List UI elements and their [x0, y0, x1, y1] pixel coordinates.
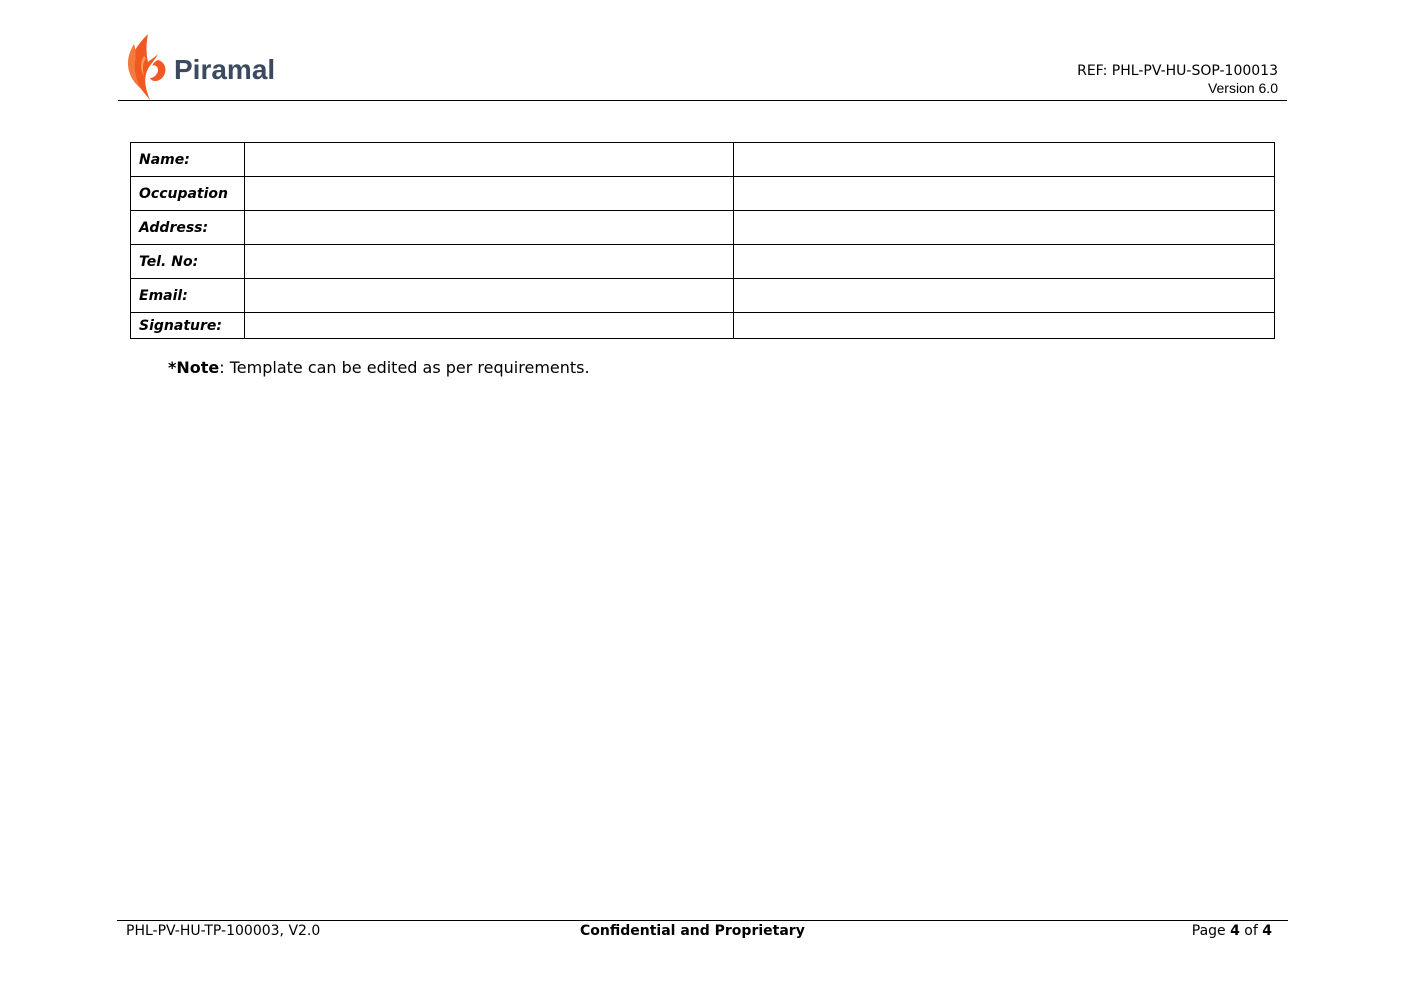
address-field-1[interactable] [244, 210, 734, 245]
signature-field-2[interactable] [733, 312, 1275, 339]
table-row: Signature: [130, 312, 1275, 339]
footer-divider [117, 920, 1288, 921]
table-row: Tel. No: [130, 244, 1275, 279]
row-label-signature: Signature: [130, 312, 245, 339]
header-divider [118, 100, 1287, 101]
company-logo: Piramal [124, 32, 275, 102]
row-label-tel: Tel. No: [130, 244, 245, 279]
page-total: 4 [1262, 923, 1272, 939]
row-label-email: Email: [130, 278, 245, 313]
footer-page-number: Page 4 of 4 [1192, 922, 1272, 940]
tel-field-1[interactable] [244, 244, 734, 279]
piramal-flame-logo-icon [127, 34, 166, 100]
template-note: *Note: Template can be edited as per req… [168, 358, 590, 377]
address-field-2[interactable] [733, 210, 1275, 245]
occupation-field-1[interactable] [244, 176, 734, 211]
logo-wordmark: Piramal [174, 54, 276, 85]
footer-confidential: Confidential and Proprietary [580, 923, 805, 939]
row-label-name: Name: [130, 142, 245, 177]
name-field-2[interactable] [733, 142, 1275, 177]
table-row: Occupation [130, 176, 1275, 211]
tel-field-2[interactable] [733, 244, 1275, 279]
footer-document-id: PHL-PV-HU-TP-100003, V2.0 [126, 923, 321, 939]
email-field-1[interactable] [244, 278, 734, 313]
note-text: : Template can be edited as per requirem… [219, 358, 590, 377]
signature-field-1[interactable] [244, 312, 734, 339]
document-reference: REF: PHL-PV-HU-SOP-100013 [1077, 63, 1278, 79]
page-of: of [1239, 923, 1263, 939]
row-label-occupation: Occupation [130, 176, 245, 211]
document-version: Version 6.0 [1207, 80, 1278, 96]
table-row: Name: [130, 142, 1275, 177]
email-field-2[interactable] [733, 278, 1275, 313]
note-prefix: *Note [168, 358, 220, 377]
row-label-address: Address: [130, 210, 245, 245]
occupation-field-2[interactable] [733, 176, 1275, 211]
page-word: Page [1191, 923, 1231, 939]
table-row: Address: [130, 210, 1275, 245]
page-current: 4 [1230, 923, 1240, 939]
name-field-1[interactable] [244, 142, 734, 177]
contact-form-table: Name: Occupation Address: Tel. No: Email… [130, 142, 1275, 339]
header-reference: REF: PHL-PV-HU-SOP-100013 Version 6.0 [1077, 63, 1278, 97]
table-row: Email: [130, 278, 1275, 313]
